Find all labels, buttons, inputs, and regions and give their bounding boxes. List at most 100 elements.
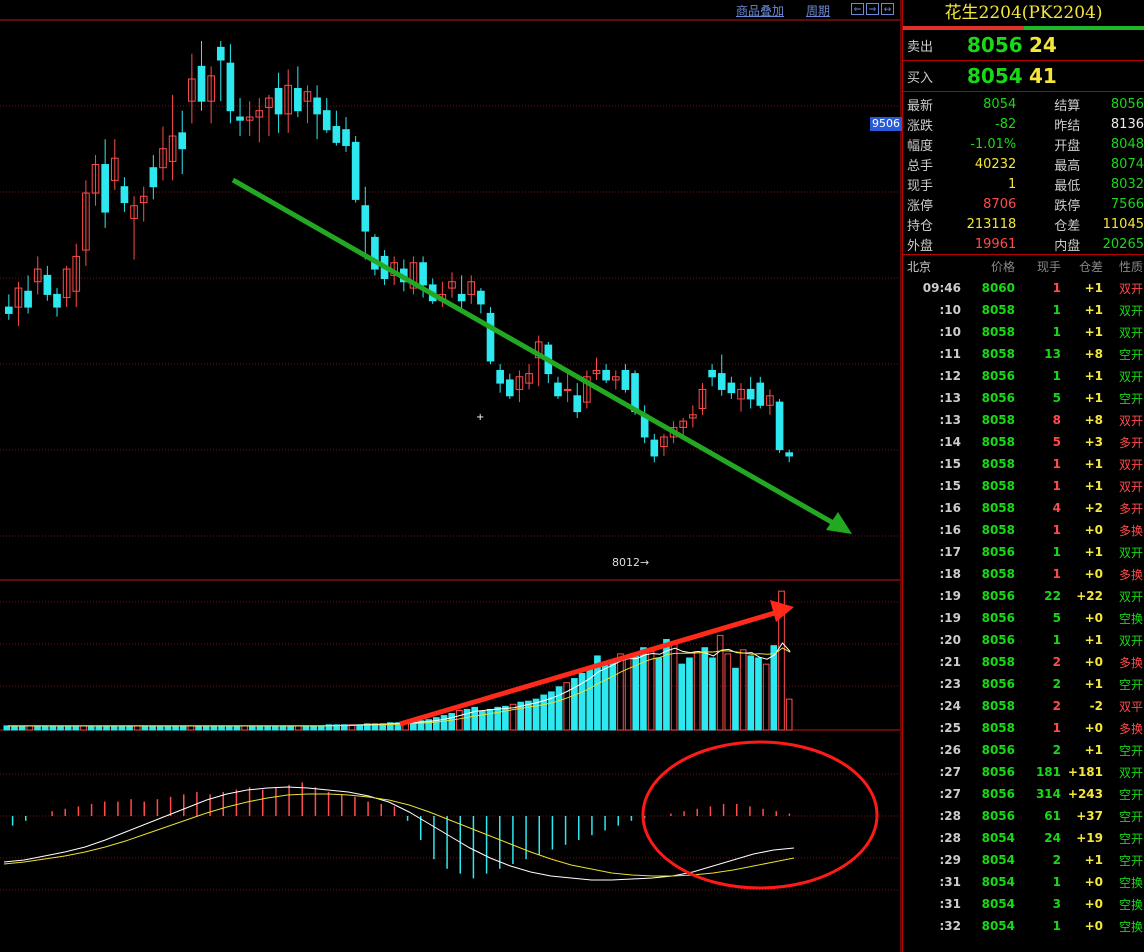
ask-row[interactable]: 卖出 8056 24	[903, 30, 1144, 60]
tick-cell-v: 2	[1052, 677, 1061, 691]
tick-row[interactable]: :21 8058 2 +0 多换	[903, 651, 1144, 673]
chart-area[interactable]: + 商品叠加 周期 ⇐ ⇒ ↔ 9506 8012→	[0, 0, 902, 952]
tick-cell-v: 2	[1052, 699, 1061, 713]
tick-row[interactable]: :10 8058 1 +1 双开	[903, 321, 1144, 343]
tick-row[interactable]: :13 8058 8 +8 双开	[903, 409, 1144, 431]
candle-body	[756, 382, 765, 406]
tick-row[interactable]: :27 8056 314 +243 空开	[903, 783, 1144, 805]
kline-chart[interactable]: +	[0, 0, 902, 952]
tick-cell-t: :13	[939, 391, 962, 405]
stat-row: 现手 1 最低 8032	[903, 174, 1144, 194]
volume-bar	[785, 698, 793, 731]
tick-cell-t: :28	[939, 809, 962, 823]
tick-row[interactable]: :24 8058 2 -2 双平	[903, 695, 1144, 717]
tick-cell-o: +0	[1084, 567, 1103, 581]
period-link[interactable]: 周期	[806, 2, 830, 19]
volume-bar	[601, 664, 609, 731]
tick-row[interactable]: :18 8058 1 +0 多换	[903, 563, 1144, 585]
tick-cell-p: 8054	[981, 919, 1015, 933]
volume-bar	[141, 725, 149, 731]
stat-label: 内盘	[1054, 238, 1081, 254]
tick-cell-p: 8058	[981, 655, 1015, 669]
candle-body	[785, 452, 793, 457]
tick-row[interactable]: :32 8054 1 +0 空换	[903, 915, 1144, 937]
tick-row[interactable]: :23 8056 2 +1 空开	[903, 673, 1144, 695]
stat-label: 昨结	[1054, 118, 1081, 134]
stat-label: 涨停	[907, 198, 934, 214]
tick-row[interactable]: :13 8056 5 +1 空开	[903, 387, 1144, 409]
tick-cell-o: +1	[1084, 743, 1103, 757]
prev-arrow-icon[interactable]: ⇐	[851, 3, 864, 15]
tick-cell-n: 多换	[1118, 523, 1143, 538]
expand-arrow-icon[interactable]: ↔	[881, 3, 894, 15]
bid-price: 8054	[967, 64, 1023, 88]
tick-cell-v: 1	[1052, 633, 1061, 647]
volume-bar	[18, 725, 26, 731]
low-price-marker: 8012→	[612, 556, 650, 569]
bid-label: 买入	[907, 70, 934, 86]
tick-cell-t: :11	[939, 347, 962, 361]
tick-cell-o: +0	[1084, 721, 1103, 735]
tick-cell-n: 空换	[1118, 611, 1143, 626]
volume-ma5-line	[7, 642, 791, 727]
tick-cell-t: :31	[939, 875, 962, 889]
tick-cell-o: +3	[1084, 435, 1103, 449]
volume-bar	[456, 709, 463, 731]
tick-row[interactable]: :12 8056 1 +1 双开	[903, 365, 1144, 387]
tick-row[interactable]: :19 8056 5 +0 空换	[903, 607, 1144, 629]
tick-cell-v: 1	[1052, 919, 1061, 933]
tick-row[interactable]: :19 8056 22 +22 双开	[903, 585, 1144, 607]
tick-cell-p: 8060	[981, 281, 1015, 295]
stat-row: 总手 40232 最高 8074	[903, 154, 1144, 174]
tick-row[interactable]: :25 8058 1 +0 多换	[903, 717, 1144, 739]
volume-bar	[563, 682, 571, 731]
volume-bar	[202, 725, 210, 731]
volume-uptrend-arrowhead	[770, 600, 794, 622]
tick-row[interactable]: :26 8056 2 +1 空开	[903, 739, 1144, 761]
candle-body	[351, 141, 360, 200]
candle-body	[313, 97, 321, 115]
tick-cell-t: :15	[939, 479, 962, 493]
stat-row: 最新 8054 结算 8056	[903, 94, 1144, 114]
tick-row[interactable]: :16 8058 1 +0 多换	[903, 519, 1144, 541]
tick-cell-o: +243	[1067, 787, 1103, 801]
tick-list[interactable]: 09:46 8060 1 +1 双开:10 8058 1 +1 双开:10 8058 1 +1 双开:1…	[903, 277, 1144, 937]
tick-cell-v: 1	[1052, 281, 1061, 295]
tick-cell-o: +1	[1084, 853, 1103, 867]
tick-row[interactable]: 09:46 8060 1 +1 双开	[903, 277, 1144, 299]
tick-row[interactable]: :31 8054 3 +0 空换	[903, 893, 1144, 915]
bid-row[interactable]: 买入 8054 41	[903, 60, 1144, 91]
tick-row[interactable]: :14 8058 5 +3 多开	[903, 431, 1144, 453]
tick-cell-n: 空开	[1118, 347, 1143, 362]
tick-row[interactable]: :31 8054 1 +0 空换	[903, 871, 1144, 893]
tick-row[interactable]: :28 8056 61 +37 空开	[903, 805, 1144, 827]
volume-bar	[724, 653, 732, 731]
tick-row[interactable]: :27 8056 181 +181 双开	[903, 761, 1144, 783]
volume-bar	[80, 725, 87, 731]
tick-cell-v: 1	[1052, 567, 1061, 581]
tick-row[interactable]: :20 8056 1 +1 双开	[903, 629, 1144, 651]
tick-row[interactable]: :16 8058 4 +2 多开	[903, 497, 1144, 519]
tick-row[interactable]: :10 8058 1 +1 双开	[903, 299, 1144, 321]
tick-row[interactable]: :17 8056 1 +1 双开	[903, 541, 1144, 563]
tick-row[interactable]: :11 8058 13 +8 空开	[903, 343, 1144, 365]
tick-row[interactable]: :15 8058 1 +1 双开	[903, 453, 1144, 475]
tick-row[interactable]: :28 8054 24 +19 空开	[903, 827, 1144, 849]
tick-cell-t: :12	[939, 369, 962, 383]
volume-bar	[126, 725, 133, 731]
tick-cell-t: :21	[939, 655, 962, 669]
tick-cell-p: 8056	[981, 369, 1015, 383]
tick-row[interactable]: :29 8054 2 +1 空开	[903, 849, 1144, 871]
stat-value: 213118	[966, 216, 1017, 232]
tick-row[interactable]: :15 8058 1 +1 双开	[903, 475, 1144, 497]
overlay-link[interactable]: 商品叠加	[736, 2, 784, 19]
tick-cell-p: 8058	[981, 721, 1015, 735]
candle-body	[746, 388, 755, 400]
tick-cell-p: 8056	[981, 611, 1015, 625]
tick-cell-v: 1	[1052, 325, 1061, 339]
tick-cell-v: 1	[1052, 875, 1061, 889]
tick-cell-n: 空开	[1118, 787, 1143, 802]
next-arrow-icon[interactable]: ⇒	[866, 3, 879, 15]
contract-title: 花生2204(PK2204)	[944, 3, 1103, 23]
volume-bar	[57, 725, 64, 731]
